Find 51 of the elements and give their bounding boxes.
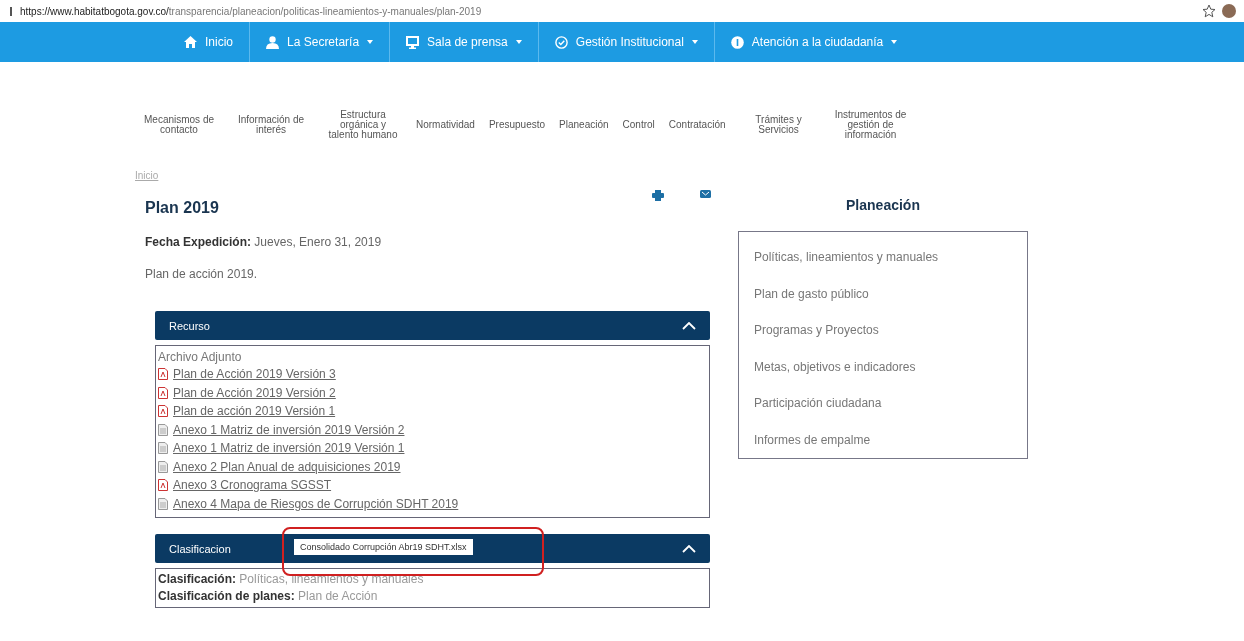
sub-nav-link[interactable]: Mecanismos de contacto (140, 115, 218, 135)
sub-nav-link[interactable]: Información de interés (232, 115, 310, 135)
classification-row-text: Clasificación de planes: Plan de Acción (158, 588, 379, 605)
file-link[interactable]: Anexo 2 Plan Anual de adquisiciones 2019 (173, 457, 401, 476)
page-title: Plan 2019 (145, 199, 220, 217)
sidebar-link[interactable]: Participación ciudadana (739, 385, 1027, 422)
avatar[interactable] (1222, 4, 1236, 18)
sub-nav-link[interactable]: Normatividad (416, 120, 475, 130)
pdf-file-icon (158, 405, 168, 418)
check-circle-icon (554, 35, 568, 49)
pdf-file-icon (158, 368, 168, 381)
panel-header[interactable]: Recurso (155, 311, 710, 340)
sidebar-title: Planeación (845, 197, 921, 213)
sidebar-link[interactable]: Programas y Proyectos (739, 312, 1027, 349)
file-link[interactable]: Anexo 4 Mapa de Riesgos de Corrupción SDHT 2019 (173, 494, 459, 513)
sidebar-link[interactable]: Políticas, lineamientos y manuales (739, 239, 1027, 276)
address-bar[interactable]: https://www.habitatbogota.gov.co/transparencia/planeacion/politicas-lineamientos-y-manuales/plan-2019 (0, 0, 1244, 22)
sub-nav-link[interactable]: Trámites y Servicios (739, 115, 818, 135)
file-link[interactable]: Plan de Acción 2019 Versión 2 (173, 383, 336, 402)
attachment-heading: Archivo Adjunto (158, 349, 243, 365)
url-text: https://www.habitatbogota.gov.co/transparencia/planeacion/politicas-lineamientos-y-manuales/plan-2019 (20, 5, 482, 17)
envelope-icon[interactable] (700, 190, 711, 198)
sub-nav-link[interactable]: Control (622, 120, 655, 130)
sidebar-link[interactable]: Informes de empalme (739, 421, 1027, 458)
issue-date: Fecha Expedición: Jueves, Enero 31, 2019 (145, 235, 383, 249)
tooltip: Consolidado Corrupción Abr19 SDHT.xlsx (294, 539, 473, 555)
file-icon (158, 497, 168, 510)
file-link[interactable]: Anexo 3 Cronograma SGSST (173, 476, 332, 495)
file-link[interactable]: Plan de Acción 2019 Versión 3 (173, 365, 336, 384)
file-icon (158, 460, 168, 473)
house-icon (184, 36, 197, 48)
classification-row-text: Clasificación: Políticas, lineamientos y manuales (158, 571, 425, 588)
file-link[interactable]: Plan de acción 2019 Versión 1 (173, 402, 336, 421)
file-icon (158, 442, 168, 455)
file-link[interactable]: Anexo 1 Matriz de inversión 2019 Versión 1 (173, 439, 405, 458)
sub-nav-link[interactable]: Planeación (559, 120, 609, 130)
sub-nav-link[interactable]: Estructura orgánica y talento humano (324, 110, 402, 140)
star-icon[interactable] (1202, 4, 1216, 18)
sidebar-link[interactable]: Metas, objetivos e indicadores (739, 348, 1027, 385)
info-circle-icon (730, 35, 744, 49)
person-icon (266, 35, 279, 49)
file-link[interactable]: Anexo 1 Matriz de inversión 2019 Versión 2 (173, 420, 405, 439)
sub-nav-link[interactable]: Instrumentos de gestión de información (831, 110, 910, 140)
monitor-icon (406, 35, 420, 49)
sub-nav-link[interactable]: Presupuesto (488, 120, 546, 130)
sidebar-link[interactable]: Plan de gasto público (739, 275, 1027, 312)
pdf-file-icon (158, 386, 168, 399)
file-icon (158, 423, 168, 436)
pdf-file-icon (158, 479, 168, 492)
sub-nav-link[interactable]: Contratación (668, 120, 726, 130)
description: Plan de acción 2019. (145, 267, 259, 281)
